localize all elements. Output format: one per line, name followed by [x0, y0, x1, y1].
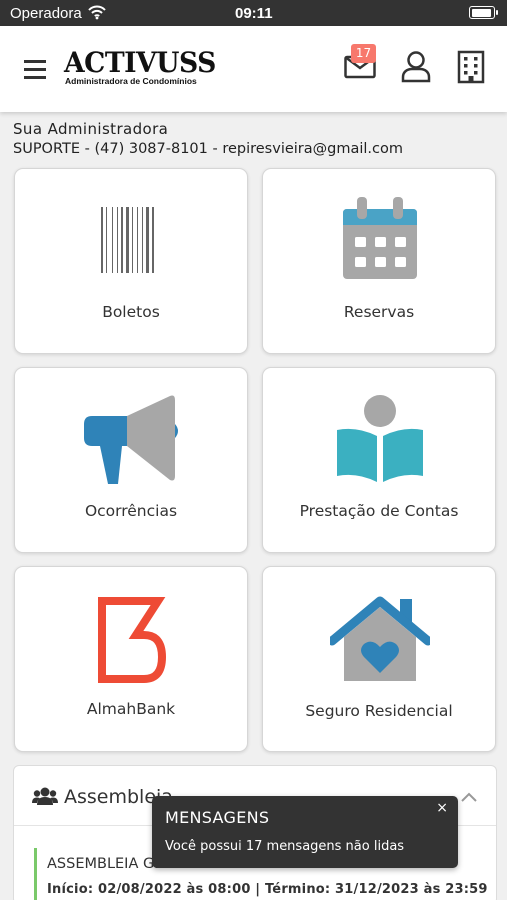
- messages-toast[interactable]: MENSAGENS Você possui 17 mensagens não l…: [152, 796, 458, 868]
- card-label: Reservas: [343, 303, 415, 321]
- card-prestacao-de-contas[interactable]: Prestação de Contas: [262, 367, 496, 553]
- calendar-icon: [343, 197, 417, 279]
- card-label: Prestação de Contas: [299, 502, 459, 520]
- close-icon[interactable]: ×: [436, 800, 448, 816]
- company-logo: ACTIVUSS Administradora de Condomínios: [64, 46, 224, 87]
- assembly-item-dates: Início: 02/08/2022 às 08:00 | Término: 3…: [47, 882, 488, 897]
- card-label: Boletos: [102, 303, 160, 321]
- administrator-contact: SUPORTE - (47) 3087-8101 - repiresvieira…: [13, 141, 403, 157]
- menu-icon[interactable]: [24, 60, 48, 80]
- card-label: Seguro Residencial: [305, 702, 453, 720]
- card-label: AlmahBank: [86, 700, 176, 718]
- card-ocorrencias[interactable]: Ocorrências: [14, 367, 248, 553]
- card-almahbank[interactable]: AlmahBank: [14, 566, 248, 752]
- battery-icon: [469, 6, 498, 19]
- building-icon[interactable]: [457, 50, 485, 88]
- wifi-icon: [88, 4, 106, 24]
- card-seguro-residencial[interactable]: Seguro Residencial: [262, 566, 496, 752]
- barcode-icon: [101, 207, 154, 273]
- card-reservas[interactable]: Reservas: [262, 168, 496, 354]
- house-heart-icon: [330, 596, 430, 681]
- toast-message: Você possui 17 mensagens não lidas: [165, 839, 405, 854]
- toast-title: MENSAGENS: [165, 808, 270, 827]
- carrier-name: Operadora: [10, 5, 82, 22]
- reading-book-icon: [337, 395, 423, 482]
- almahbank-logo-icon: [98, 597, 167, 683]
- status-bar: Operadora 09:11: [0, 0, 507, 26]
- administrator-info: Sua Administradora SUPORTE - (47) 3087-8…: [13, 120, 493, 157]
- card-label: Ocorrências: [84, 502, 178, 520]
- clock: 09:11: [235, 5, 273, 22]
- users-group-icon: [32, 786, 58, 810]
- chevron-up-icon[interactable]: [460, 788, 478, 807]
- megaphone-icon: [84, 395, 178, 484]
- administrator-title: Sua Administradora: [13, 120, 169, 138]
- card-boletos[interactable]: Boletos: [14, 168, 248, 354]
- logo-name: ACTIVUSS: [64, 46, 216, 79]
- message-count-badge: 17: [351, 44, 376, 63]
- user-icon[interactable]: [400, 50, 432, 88]
- app-header: ACTIVUSS Administradora de Condomínios 1…: [0, 26, 507, 112]
